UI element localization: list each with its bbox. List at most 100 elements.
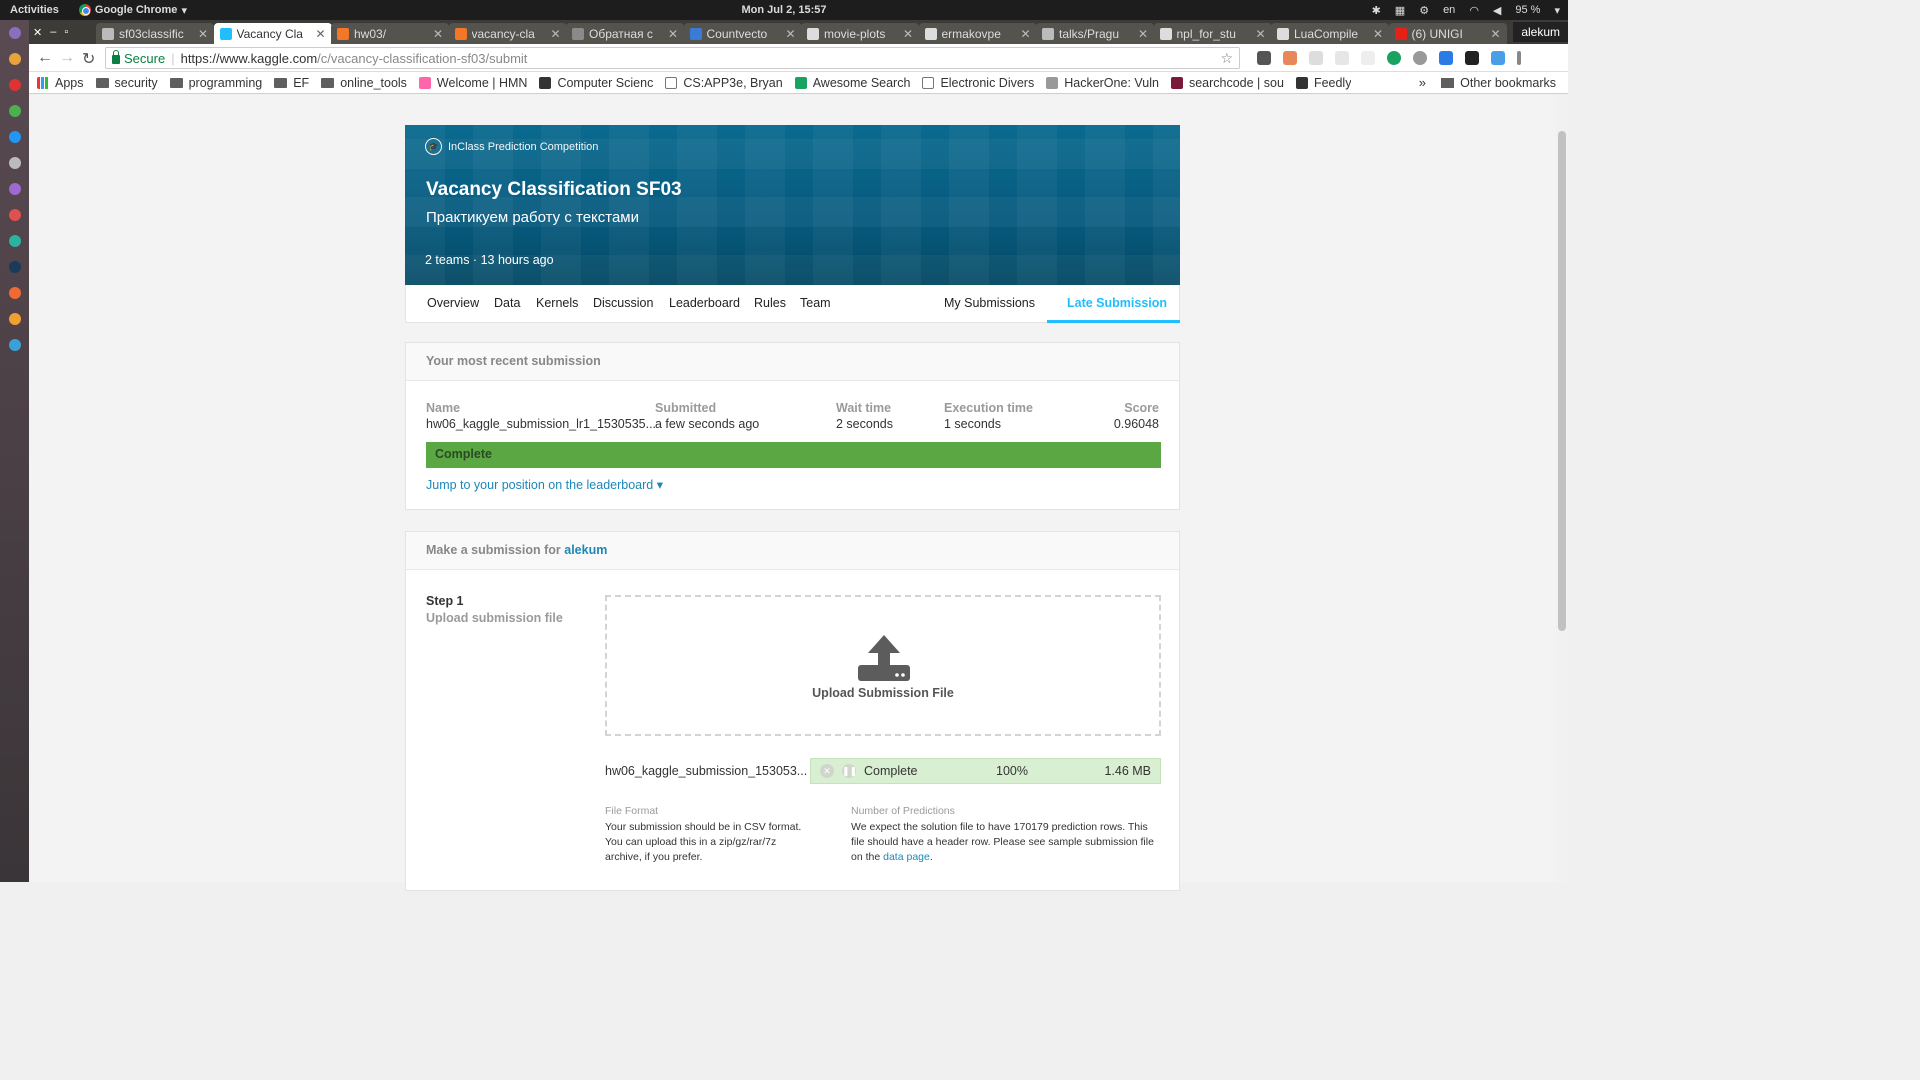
browser-tab[interactable]: sf03classific ✕ — [96, 23, 214, 44]
pause-upload-icon[interactable]: ❚❚ — [842, 764, 857, 778]
network-icon[interactable]: ▦ — [1395, 4, 1405, 17]
close-tab-icon[interactable]: ✕ — [433, 27, 443, 41]
volume-icon[interactable]: ◀ — [1493, 4, 1501, 17]
grammarly-icon[interactable] — [1387, 51, 1401, 65]
jump-to-leaderboard-link[interactable]: Jump to your position on the leaderboard… — [426, 477, 663, 492]
close-window-icon[interactable]: ✕ — [33, 26, 42, 39]
launcher-app-icon[interactable] — [8, 53, 21, 65]
bookmark-item[interactable]: Apps — [37, 76, 84, 90]
tab-overview[interactable]: Overview — [427, 296, 479, 310]
extension-icon[interactable] — [1309, 51, 1323, 65]
bookmark-item[interactable]: HackerOne: Vuln — [1046, 76, 1159, 90]
battery-indicator[interactable]: 95 % — [1515, 4, 1540, 16]
extension-icon[interactable] — [1257, 51, 1271, 65]
close-tab-icon[interactable]: ✕ — [315, 27, 325, 41]
bookmark-item[interactable]: programming — [169, 76, 262, 90]
browser-tab[interactable]: ermakovpe ✕ — [918, 23, 1037, 44]
tab-leaderboard[interactable]: Leaderboard — [669, 296, 740, 310]
language-indicator[interactable]: en — [1443, 4, 1455, 16]
tab-discussion[interactable]: Discussion — [593, 296, 653, 310]
address-bar[interactable]: Secure | https://www.kaggle.com/c/vacanc… — [105, 47, 1240, 69]
launcher-app-icon[interactable] — [8, 209, 21, 221]
browser-tab[interactable]: Vacancy Cla ✕ — [213, 23, 332, 44]
wifi-icon[interactable]: ◠ — [1469, 4, 1479, 17]
launcher-app-icon[interactable] — [8, 313, 21, 325]
bookmark-item[interactable]: online_tools — [321, 76, 407, 90]
extension-icon[interactable] — [1413, 51, 1427, 65]
launcher-app-icon[interactable] — [8, 131, 21, 143]
url-text[interactable]: https://www.kaggle.com/c/vacancy-classif… — [181, 51, 528, 66]
browser-tab[interactable]: npl_for_stu ✕ — [1153, 23, 1272, 44]
chrome-menu-icon[interactable] — [1517, 51, 1521, 65]
tab-team[interactable]: Team — [800, 296, 831, 310]
tab-data[interactable]: Data — [494, 296, 520, 310]
bookmark-item[interactable]: Feedly — [1295, 76, 1351, 90]
browser-tab[interactable]: talks/Pragu ✕ — [1036, 23, 1154, 44]
minimize-icon[interactable]: – — [50, 26, 56, 39]
tab-my-submissions[interactable]: My Submissions — [944, 296, 1035, 310]
launcher-app-icon[interactable] — [8, 157, 21, 169]
power-icon[interactable]: ▾ — [1554, 4, 1560, 17]
bookmark-item[interactable]: Welcome | HMN — [418, 76, 527, 90]
bookmark-item[interactable]: Computer Scienc — [539, 76, 653, 90]
close-tab-icon[interactable]: ✕ — [550, 27, 560, 41]
data-page-link[interactable]: data page — [883, 851, 930, 863]
launcher-app-icon[interactable] — [8, 261, 21, 273]
browser-tab[interactable]: LuaCompile ✕ — [1271, 23, 1389, 44]
bookmark-item[interactable]: searchcode | sou — [1170, 76, 1284, 90]
bookmark-item[interactable]: EF — [274, 76, 309, 90]
upload-dropzone[interactable]: Upload Submission File — [605, 595, 1161, 736]
maximize-icon[interactable]: ▫ — [64, 26, 68, 39]
bookmark-item[interactable]: Electronic Divers — [922, 76, 1034, 90]
bookmark-item[interactable]: security — [95, 76, 158, 90]
user-link[interactable]: alekum — [564, 543, 607, 557]
tab-rules[interactable]: Rules — [754, 296, 786, 310]
bookmark-item[interactable]: Awesome Search — [794, 76, 910, 90]
launcher-app-icon[interactable] — [8, 183, 21, 195]
extension-icon[interactable] — [1361, 51, 1375, 65]
scrollbar-thumb[interactable] — [1558, 131, 1566, 631]
close-tab-icon[interactable]: ✕ — [198, 27, 208, 41]
close-tab-icon[interactable]: ✕ — [903, 27, 913, 41]
forward-button[interactable]: → — [59, 49, 75, 67]
system-tray[interactable]: ✱ ▦ ⚙ en ◠ ◀ 95 % ▾ — [1372, 0, 1560, 20]
browser-tab[interactable]: hw03/ ✕ — [331, 23, 449, 44]
activities-button[interactable]: Activities — [0, 4, 69, 16]
other-bookmarks[interactable]: Other bookmarks — [1441, 76, 1556, 90]
close-tab-icon[interactable]: ✕ — [1138, 27, 1148, 41]
browser-tab[interactable]: Countvecto ✕ — [683, 23, 802, 44]
tab-late-submission[interactable]: Late Submission — [1067, 296, 1167, 310]
launcher-app-icon[interactable] — [8, 235, 21, 247]
bookmark-star-icon[interactable]: ☆ — [1220, 50, 1233, 67]
browser-tab[interactable]: vacancy-cla ✕ — [448, 23, 567, 44]
browser-tab[interactable]: Обратная с ✕ — [566, 23, 684, 44]
browser-tab[interactable]: (6) UNIGI ✕ — [1388, 23, 1507, 44]
close-tab-icon[interactable]: ✕ — [1255, 27, 1265, 41]
bluetooth-icon[interactable]: ✱ — [1372, 4, 1381, 17]
clock[interactable]: Mon Jul 2, 15:57 — [0, 4, 1568, 16]
cancel-upload-icon[interactable]: ✕ — [820, 764, 834, 778]
browser-tab[interactable]: movie-plots ✕ — [801, 23, 919, 44]
bookmark-item[interactable]: CS:APP3e, Bryan — [665, 76, 783, 90]
page-scrollbar[interactable] — [1556, 95, 1568, 882]
close-tab-icon[interactable]: ✕ — [668, 27, 678, 41]
extension-icon[interactable] — [1283, 51, 1297, 65]
extension-icon[interactable] — [1439, 51, 1453, 65]
close-tab-icon[interactable]: ✕ — [1490, 27, 1500, 41]
extension-icon[interactable] — [1335, 51, 1349, 65]
launcher-app-icon[interactable] — [8, 339, 21, 351]
accessibility-icon[interactable]: ⚙ — [1419, 4, 1429, 17]
reload-button[interactable]: ↻ — [82, 49, 95, 69]
more-bookmarks-button[interactable]: » — [1419, 75, 1426, 90]
launcher-app-icon[interactable] — [8, 79, 21, 91]
app-menu[interactable]: Google Chrome ▾ — [78, 4, 187, 17]
launcher-app-icon[interactable] — [8, 27, 21, 39]
tab-kernels[interactable]: Kernels — [536, 296, 578, 310]
back-button[interactable]: ← — [37, 49, 53, 67]
close-tab-icon[interactable]: ✕ — [1373, 27, 1383, 41]
launcher-chrome-icon[interactable] — [8, 105, 21, 117]
profile-button[interactable]: alekum — [1513, 22, 1568, 42]
close-tab-icon[interactable]: ✕ — [1020, 27, 1030, 41]
close-tab-icon[interactable]: ✕ — [785, 27, 795, 41]
launcher-app-icon[interactable] — [8, 287, 21, 299]
